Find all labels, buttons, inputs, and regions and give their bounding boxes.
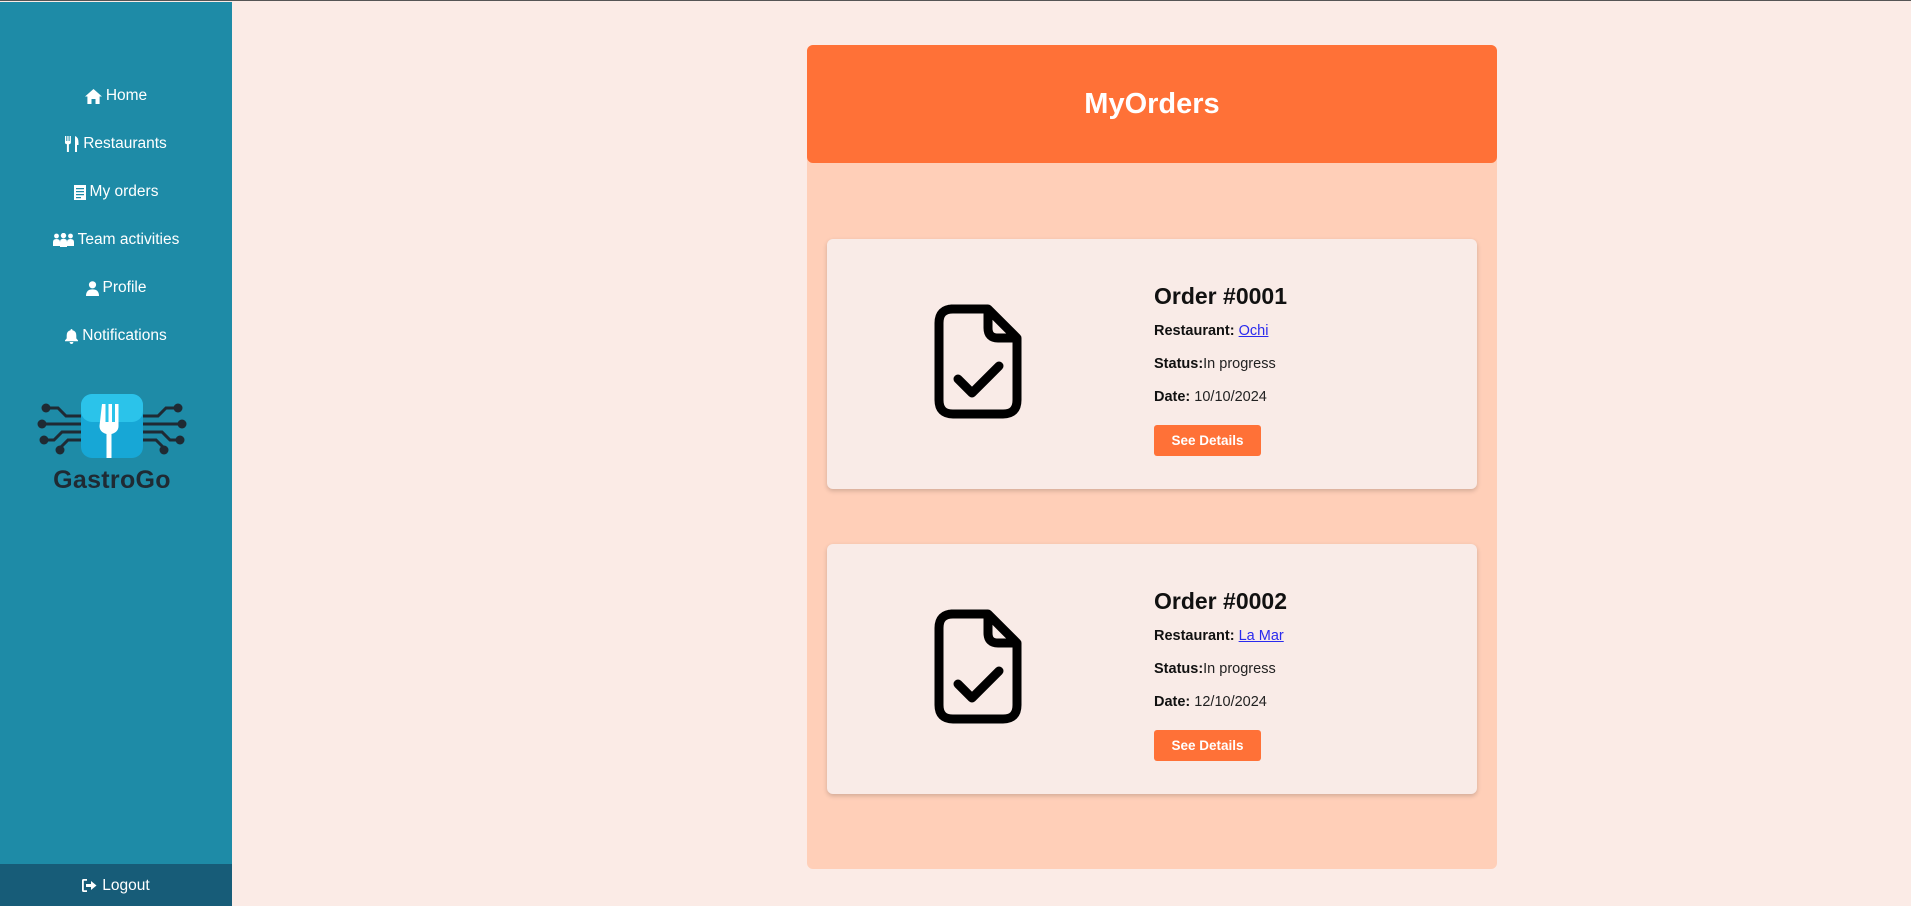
sidebar-item-restaurants[interactable]: Restaurants [0,120,232,168]
order-date: Date: 10/10/2024 [1154,389,1287,422]
status-label: Status: [1154,356,1204,372]
fork-circuit-logo-icon [37,394,187,458]
sidebar: Home Restaurants My orders Team activiti… [0,2,232,906]
order-status: Status:In progress [1154,356,1287,389]
orders-panel: MyOrders Order #0001 Restaurant: Ochi St… [807,45,1497,869]
sidebar-item-notifications[interactable]: Notifications [0,312,232,360]
home-icon [84,88,102,104]
panel-header: MyOrders [807,45,1497,163]
sidebar-item-label: My orders [89,183,159,200]
order-title: Order #0001 [1154,283,1287,309]
sidebar-item-my-orders[interactable]: My orders [0,168,232,216]
order-info: Order #0002 Restaurant: La Mar Status:In… [1154,588,1287,761]
see-details-button[interactable]: See Details [1154,730,1261,761]
status-label: Status: [1154,661,1204,677]
sidebar-item-label: Home [105,87,148,104]
bell-icon [65,328,79,344]
utensils-icon [65,136,79,152]
restaurant-label: Restaurant: [1154,323,1235,339]
sidebar-item-profile[interactable]: Profile [0,264,232,312]
sidebar-item-label: Profile [102,279,147,296]
order-info: Order #0001 Restaurant: Ochi Status:In p… [1154,283,1287,456]
receipt-icon [73,184,86,200]
restaurant-label: Restaurant: [1154,628,1235,644]
sidebar-item-label: Restaurants [83,135,167,152]
restaurant-link[interactable]: Ochi [1239,323,1269,339]
logout-label: Logout [102,876,150,894]
date-value: 12/10/2024 [1194,694,1267,710]
file-check-icon [934,304,1022,419]
date-label: Date: [1154,694,1191,710]
order-restaurant: Restaurant: La Mar [1154,628,1287,661]
status-value: In progress [1203,356,1276,372]
restaurant-link[interactable]: La Mar [1239,628,1284,644]
sidebar-item-label: Team activities [77,231,180,248]
gastrogo-logo: GastroGo [36,394,188,498]
status-value: In progress [1203,661,1276,677]
order-card: Order #0002 Restaurant: La Mar Status:In… [827,544,1477,794]
see-details-button[interactable]: See Details [1154,425,1261,456]
order-status: Status:In progress [1154,661,1287,694]
logout-button[interactable]: Logout [0,864,232,906]
order-date: Date: 12/10/2024 [1154,694,1287,727]
people-group-icon [52,233,74,247]
date-label: Date: [1154,389,1191,405]
sidebar-item-team-activities[interactable]: Team activities [0,216,232,264]
date-value: 10/10/2024 [1194,389,1267,405]
sidebar-item-home[interactable]: Home [0,72,232,120]
order-restaurant: Restaurant: Ochi [1154,323,1287,356]
logout-icon [82,879,97,892]
order-card: Order #0001 Restaurant: Ochi Status:In p… [827,239,1477,489]
user-icon [85,280,99,296]
file-check-icon [934,609,1022,724]
sidebar-nav: Home Restaurants My orders Team activiti… [0,2,232,360]
logo-text: GastroGo [53,466,171,494]
sidebar-item-label: Notifications [82,327,167,344]
page-title: MyOrders [1084,87,1220,120]
order-title: Order #0002 [1154,588,1287,614]
